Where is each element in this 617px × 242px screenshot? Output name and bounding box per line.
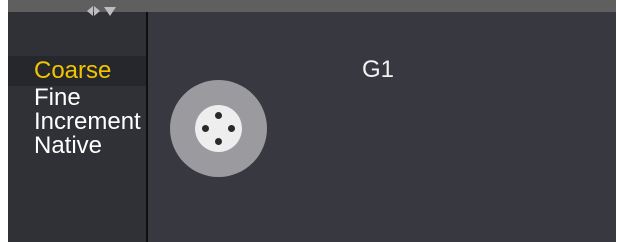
arrow-left-icon[interactable] (87, 6, 93, 16)
list-item-increment[interactable]: Increment (8, 110, 146, 134)
gobo-dot-top (215, 112, 222, 119)
arrow-right-icon[interactable] (94, 6, 100, 16)
list-item-native[interactable]: Native (8, 134, 146, 158)
list-item-coarse[interactable]: Coarse (8, 56, 146, 86)
gobo-wheel-icon[interactable] (170, 80, 267, 177)
list-item-fine[interactable]: Fine (8, 86, 146, 110)
gobo-dot-right (228, 125, 235, 132)
divider (146, 12, 148, 242)
app-frame: Coarse Fine Increment Native G1 (0, 0, 617, 242)
spinner-controls (87, 4, 116, 18)
arrow-down-icon[interactable] (104, 6, 116, 16)
gobo-wheel-center (195, 105, 242, 152)
gobo-dot-bottom (215, 138, 222, 145)
step-list: Coarse Fine Increment Native (8, 12, 146, 242)
gobo-dot-left (202, 125, 209, 132)
fixture-label: G1 (362, 56, 395, 83)
